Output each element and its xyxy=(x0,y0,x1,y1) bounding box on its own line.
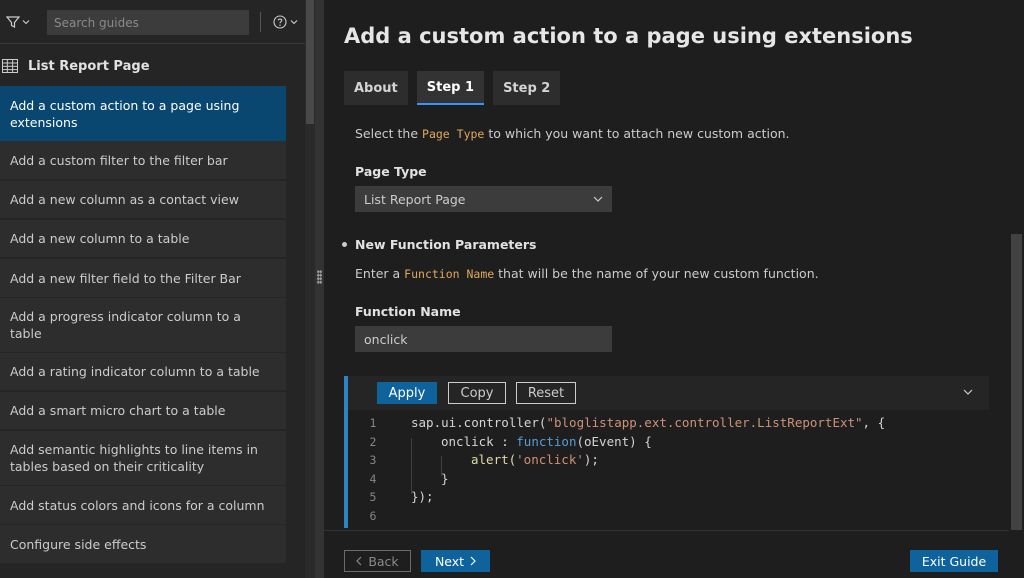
line-number: 5 xyxy=(369,490,377,504)
code-line: 4 } xyxy=(348,471,988,490)
content-scrollbar[interactable] xyxy=(1009,0,1024,578)
chevron-left-icon xyxy=(356,556,362,566)
code-line: 3 alert('onclick'); xyxy=(348,452,988,471)
code-token: sap.ui.controller( xyxy=(411,415,547,430)
code-token: } xyxy=(441,470,449,486)
apply-button[interactable]: Apply xyxy=(377,382,437,404)
instruction-text: that will be the name of your new custom… xyxy=(494,266,819,281)
panel-splitter[interactable] xyxy=(315,0,324,578)
code-line: 2 onclick : function(oEvent) { xyxy=(348,434,988,453)
section-header: List Report Page xyxy=(0,54,150,78)
inline-code: Page Type xyxy=(422,127,485,141)
line-number: 2 xyxy=(369,434,377,449)
filter-icon xyxy=(6,16,20,28)
line-number: 4 xyxy=(369,471,377,486)
function-name-input[interactable] xyxy=(355,326,612,352)
page-type-instruction: Select the Page Type to which you want t… xyxy=(355,126,790,141)
guide-item-side-effects[interactable]: Configure side effects xyxy=(0,525,286,563)
code-string: 'onclick' xyxy=(516,452,584,467)
instruction-text: Select the xyxy=(355,126,423,141)
inline-code: Function Name xyxy=(404,267,495,281)
guide-item-filter-field[interactable]: Add a new filter field to the Filter Bar xyxy=(0,259,286,297)
section-title: List Report Page xyxy=(28,58,150,74)
section-bullet: New Function Parameters xyxy=(342,237,536,252)
code-line: 1 sap.ui.controller("bloglistapp.ext.con… xyxy=(348,415,988,434)
reset-button[interactable]: Reset xyxy=(516,382,576,404)
code-token: onclick : xyxy=(441,433,517,449)
tab-step-1[interactable]: Step 1 xyxy=(416,71,485,105)
page-type-label: Page Type xyxy=(355,164,427,179)
guides-sidebar: List Report Page Add a custom action to … xyxy=(0,0,315,578)
code-line: 5 }); xyxy=(348,489,988,508)
code-token: }); xyxy=(411,489,434,504)
bullet-heading: New Function Parameters xyxy=(355,237,537,252)
code-keyword: function xyxy=(516,433,577,449)
chevron-down-icon[interactable] xyxy=(961,385,975,399)
code-function: alert( xyxy=(471,452,517,467)
sidebar-scrollbar-thumb[interactable] xyxy=(306,0,314,124)
search-input[interactable] xyxy=(47,10,249,35)
content-scrollbar-thumb[interactable] xyxy=(1011,234,1022,530)
code-token: ); xyxy=(583,452,599,467)
code-snippet-panel: Apply Copy Reset 1 sap.ui.controller("bl… xyxy=(344,376,989,528)
guide-item-rating-column[interactable]: Add a rating indicator column to a table xyxy=(0,353,286,390)
code-toolbar: Apply Copy Reset xyxy=(344,376,989,410)
function-name-label: Function Name xyxy=(355,304,461,319)
line-number: 1 xyxy=(369,416,377,430)
next-button[interactable]: Next xyxy=(421,550,490,572)
back-button[interactable]: Back xyxy=(344,550,411,572)
instruction-text: Enter a xyxy=(355,266,405,281)
guide-item-progress-column[interactable]: Add a progress indicator column to a tab… xyxy=(0,298,286,352)
guide-content-panel: Add a custom action to a page using exte… xyxy=(324,0,1024,578)
guide-item-new-column[interactable]: Add a new column to a table xyxy=(0,220,286,257)
exit-guide-button[interactable]: Exit Guide xyxy=(910,550,998,572)
code-editor[interactable]: 1 sap.ui.controller("bloglistapp.ext.con… xyxy=(344,410,989,528)
line-number: 3 xyxy=(369,453,377,467)
code-token: (oEvent) { xyxy=(576,433,652,449)
code-line: 6 xyxy=(348,508,988,527)
splitter-grip-icon[interactable] xyxy=(317,270,322,284)
help-button[interactable] xyxy=(273,12,303,32)
toolbar-divider xyxy=(260,12,261,32)
chevron-down-icon xyxy=(290,20,298,25)
page-title: Add a custom action to a page using exte… xyxy=(344,24,913,48)
back-label: Back xyxy=(368,553,399,569)
copy-button[interactable]: Copy xyxy=(448,382,506,404)
table-icon xyxy=(2,59,18,73)
step-tabs: About Step 1 Step 2 xyxy=(344,71,561,105)
chevron-right-icon xyxy=(470,556,476,566)
tab-about[interactable]: About xyxy=(344,71,408,105)
sidebar-scrollbar[interactable] xyxy=(305,0,315,578)
function-name-instruction: Enter a Function Name that will be the n… xyxy=(355,266,819,281)
guide-item-custom-action[interactable]: Add a custom action to a page using exte… xyxy=(0,86,286,141)
code-token: , { xyxy=(862,415,886,430)
footer-divider xyxy=(324,530,1009,531)
guide-item-contact-column[interactable]: Add a new column as a contact view xyxy=(0,181,286,218)
page-type-select[interactable]: List Report Page xyxy=(355,186,612,212)
page-type-value: List Report Page xyxy=(364,191,466,207)
chevron-down-icon xyxy=(593,196,603,202)
tab-step-2[interactable]: Step 2 xyxy=(493,71,561,105)
line-number: 6 xyxy=(369,508,377,523)
guide-item-custom-filter[interactable]: Add a custom filter to the filter bar xyxy=(0,141,286,179)
bullet-icon xyxy=(342,242,347,247)
guide-item-status-colors[interactable]: Add status colors and icons for a column xyxy=(0,486,286,524)
guide-item-semantic-highlights[interactable]: Add semantic highlights to line items in… xyxy=(0,431,286,485)
filter-button[interactable] xyxy=(6,12,34,32)
chevron-down-icon xyxy=(22,20,30,25)
instruction-text: to which you want to attach new custom a… xyxy=(484,126,790,141)
code-string: "bloglistapp.ext.controller.ListReportEx… xyxy=(546,415,863,430)
toolbar-divider-line xyxy=(0,43,305,44)
help-icon xyxy=(273,15,287,29)
sidebar-toolbar xyxy=(0,0,315,44)
guide-item-micro-chart[interactable]: Add a smart micro chart to a table xyxy=(0,392,286,429)
next-label: Next xyxy=(434,553,465,569)
